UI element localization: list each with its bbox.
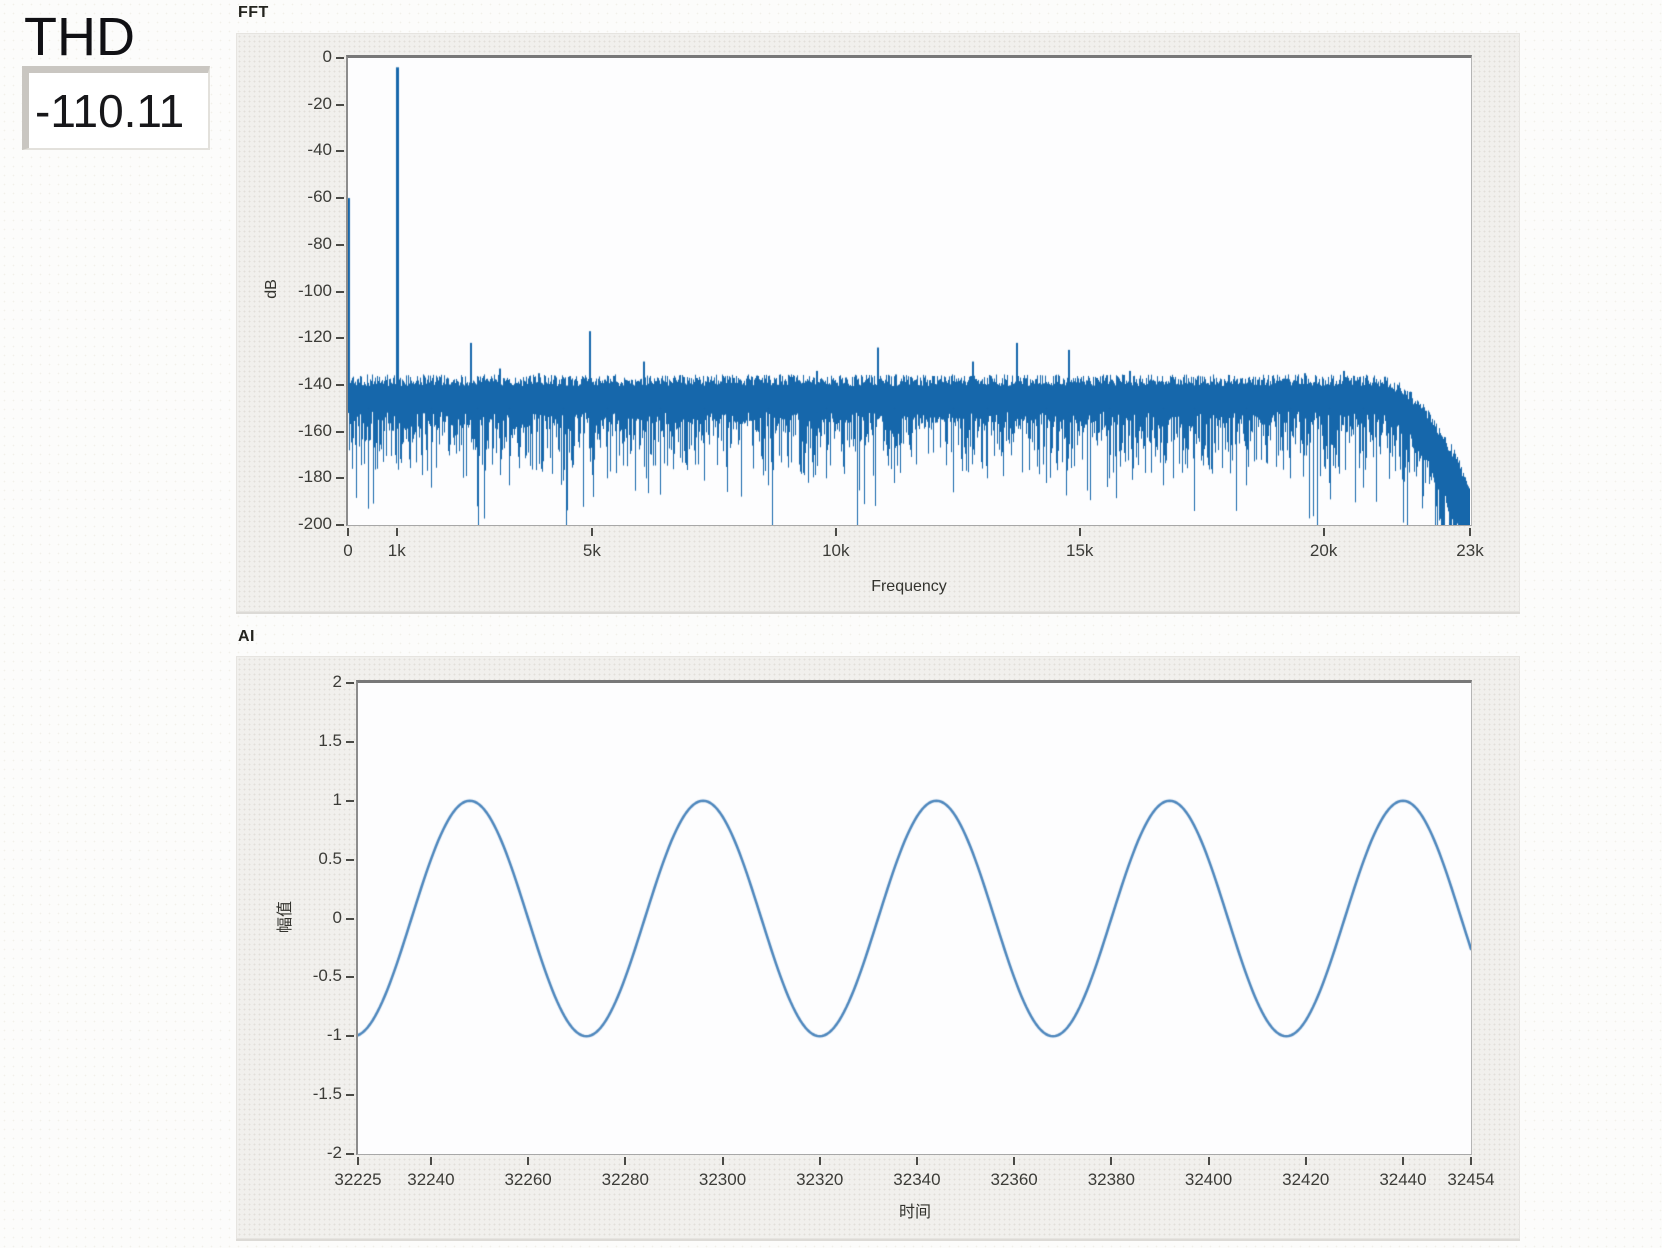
ai-x-tick-label-6: 32340	[893, 1170, 941, 1189]
ai-y-tick-mark-3	[346, 858, 354, 861]
ai-y-tick-mark-8	[346, 1153, 354, 1155]
ai-waveform-plot[interactable]	[358, 683, 1471, 1154]
fft-x-tick-mark-2	[590, 528, 593, 536]
ai-y-tick-label-4: 0	[332, 907, 342, 927]
fft-x-tick-mark-3	[834, 528, 837, 536]
fft-y-tick-mark-3	[336, 197, 344, 200]
ai-x-tick-mark-0	[357, 1157, 359, 1165]
fft-y-tick-label-4: -80	[307, 233, 332, 253]
ai-y-tick-label-1: 1.5	[318, 730, 342, 750]
fft-y-tick-label-7: -140	[297, 373, 332, 393]
fft-y-tick-label-5: -100	[297, 280, 332, 300]
fft-x-tick-mark-1	[395, 528, 398, 536]
fft-x-tick-label-1: 1k	[387, 541, 406, 560]
fft-x-tick-mark-6	[1469, 528, 1471, 536]
ai-x-axis-label: 时间	[898, 1204, 931, 1221]
ai-x-tick-label-1: 32240	[407, 1170, 455, 1189]
ai-y-tick-mark-1	[346, 740, 354, 743]
fft-y-tick-mark-8	[336, 430, 344, 433]
fft-y-tick-mark-6	[336, 337, 344, 340]
ai-graph-caption: AI	[238, 628, 255, 645]
fft-y-tick-label-1: -20	[307, 93, 332, 113]
fft-y-tick-mark-2	[336, 150, 344, 153]
ai-y-tick-mark-7	[346, 1094, 354, 1097]
fft-y-tick-mark-5	[336, 290, 344, 293]
fft-x-tick-label-5: 20k	[1309, 541, 1338, 560]
fft-y-tick-mark-1	[336, 103, 344, 106]
ai-y-tick-label-3: 0.5	[318, 848, 342, 868]
ai-x-tick-mark-3	[624, 1157, 627, 1165]
thd-value: -110.11	[35, 84, 185, 137]
ai-x-tick-label-0: 32225	[334, 1170, 382, 1189]
ai-x-tick-mark-11	[1401, 1157, 1404, 1165]
ai-x-tick-label-8: 32380	[1087, 1170, 1135, 1189]
fft-x-tick-mark-5	[1322, 528, 1325, 536]
fft-spectrum-plot[interactable]	[348, 58, 1470, 525]
fft-x-tick-label-2: 5k	[582, 541, 601, 560]
ai-x-tick-mark-1	[429, 1157, 432, 1165]
fft-y-tick-label-9: -180	[297, 467, 332, 487]
ai-x-tick-mark-9	[1207, 1157, 1210, 1165]
ai-y-tick-label-8: -2	[326, 1143, 342, 1162]
ai-y-tick-mark-6	[346, 1035, 354, 1038]
fft-y-tick-label-10: -200	[297, 514, 332, 533]
ai-x-tick-mark-6	[915, 1157, 918, 1165]
fft-y-tick-label-3: -60	[307, 187, 332, 207]
fft-y-tick-label-2: -40	[307, 140, 332, 160]
fft-x-tick-mark-0	[347, 528, 349, 536]
ai-x-tick-label-2: 32260	[504, 1170, 552, 1189]
ai-y-tick-mark-5	[346, 976, 354, 979]
ai-y-tick-label-5: -0.5	[312, 966, 342, 986]
fft-graph-caption: FFT	[238, 4, 269, 21]
fft-x-axis-label: Frequency	[871, 578, 947, 595]
thd-label: THD	[24, 7, 135, 67]
ai-x-tick-label-12: 32454	[1447, 1170, 1495, 1189]
fft-y-tick-mark-4	[336, 243, 344, 246]
fft-y-tick-label-8: -160	[297, 420, 332, 440]
fft-x-tick-label-6: 23k	[1456, 541, 1484, 560]
ai-x-tick-label-7: 32360	[990, 1170, 1038, 1189]
ai-x-tick-label-4: 32300	[698, 1170, 747, 1189]
ai-x-tick-mark-2	[527, 1157, 530, 1165]
ai-x-tick-label-5: 32320	[796, 1170, 844, 1189]
ai-x-tick-mark-4	[721, 1157, 724, 1165]
fft-y-tick-mark-10	[336, 524, 344, 526]
ai-x-tick-mark-7	[1013, 1157, 1016, 1165]
ai-y-tick-label-2: 1	[332, 789, 342, 809]
fft-x-tick-label-3: 10k	[822, 541, 850, 560]
ai-y-tick-label-0: 2	[332, 672, 342, 691]
ai-y-tick-mark-0	[346, 682, 354, 684]
ai-x-tick-mark-12	[1470, 1157, 1472, 1165]
fft-x-tick-label-4: 15k	[1066, 541, 1094, 560]
ai-x-tick-label-9: 32400	[1184, 1170, 1233, 1189]
ai-y-tick-mark-2	[346, 799, 354, 802]
ai-y-tick-label-6: -1	[326, 1025, 342, 1045]
fft-y-tick-mark-7	[336, 383, 344, 386]
fft-y-tick-mark-9	[336, 477, 344, 480]
ai-x-tick-mark-8	[1110, 1157, 1113, 1165]
ai-y-tick-label-7: -1.5	[312, 1084, 342, 1104]
ai-x-tick-label-3: 32280	[601, 1170, 649, 1189]
fft-y-tick-label-0: 0	[322, 47, 332, 66]
fft-y-tick-label-6: -120	[297, 327, 332, 347]
fft-y-tick-mark-0	[336, 57, 344, 59]
ai-x-tick-mark-10	[1304, 1157, 1307, 1165]
ai-x-tick-label-10: 32420	[1282, 1170, 1330, 1189]
ai-y-tick-mark-4	[346, 917, 354, 920]
fft-x-tick-mark-4	[1078, 528, 1081, 536]
thd-indicator[interactable]: -110.11	[22, 66, 210, 150]
ai-x-tick-mark-5	[818, 1157, 821, 1165]
